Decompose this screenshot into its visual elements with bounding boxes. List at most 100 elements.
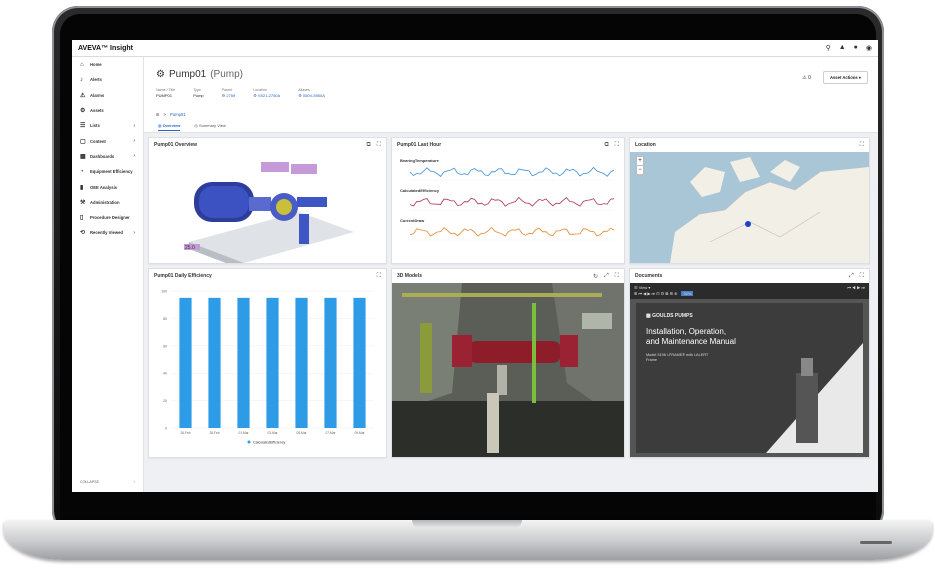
- zoom-in-button[interactable]: +: [637, 157, 643, 165]
- sidebar-item-label: Content: [90, 138, 106, 144]
- legend-label: CalculatedEfficiency: [253, 440, 285, 444]
- sidebar-item-home[interactable]: ⌂ Home: [72, 57, 143, 72]
- bar[interactable]: [266, 297, 279, 428]
- x-tick-label: 26-Feb: [180, 431, 190, 435]
- expand-icon[interactable]: ⛶: [377, 142, 381, 149]
- chevron-right-icon: ›: [133, 138, 135, 145]
- warning-icon: ⚠: [802, 74, 807, 81]
- pdf-tools-icons[interactable]: ⊞ ⏮ ◀ ▶ ⏭ ⊡ ⊟ ⊠ ⊞ ⊕: [634, 291, 677, 296]
- page-nav[interactable]: ⏮ ◀ ▶ ⏭: [847, 285, 865, 290]
- expand-icon[interactable]: ⛶: [860, 273, 864, 280]
- europe-map[interactable]: [630, 152, 869, 263]
- home-icon: ⌂: [80, 61, 84, 68]
- refresh-icon[interactable]: ↻: [593, 273, 598, 280]
- alarm-badge[interactable]: ⚠ 0: [802, 75, 811, 81]
- collapse-button[interactable]: COLLAPSE ‹: [80, 480, 135, 484]
- sidebar-item-alarms[interactable]: ⚠ Alarms: [72, 88, 143, 103]
- plant-3d-render[interactable]: [392, 283, 624, 457]
- pdf-toolbar: ☰ View ▾ ⏮ ◀ ▶ ⏭ ⊞ ⏮ ◀ ▶ ⏭ ⊡ ⊟ ⊠ ⊞ ⊕ 92%: [630, 283, 869, 299]
- sidebar-item-equipment-efficiency[interactable]: ◔ Equipment Efficiency: [72, 164, 143, 179]
- tab-summary-view[interactable]: ◎ Summary View: [194, 123, 225, 131]
- bar[interactable]: [179, 297, 192, 428]
- card-title: 3D Models: [397, 273, 423, 279]
- expand-icon[interactable]: ⛶: [377, 273, 381, 280]
- card-tools: ↻ ⤢ ⛶: [593, 273, 619, 280]
- doc-subtitle-line-2: Frame: [646, 358, 657, 362]
- dashboard-grid: Pump01 Overview ⧉ ⛶ 25.0 Pump01 Last Hou…: [148, 137, 874, 492]
- y-tick-label: 0: [165, 427, 167, 431]
- sidebar-item-content[interactable]: ▢ Content ›: [72, 133, 143, 148]
- sidebar-item-administration[interactable]: ⚒ Administration: [72, 195, 143, 210]
- sidebar-item-label: Recently Viewed: [90, 230, 123, 236]
- bar[interactable]: [324, 297, 337, 428]
- property-label: Aliases: [298, 88, 310, 92]
- bar[interactable]: [208, 297, 221, 428]
- open-icon[interactable]: ⧉: [605, 142, 609, 149]
- card-tools: ⤢ ⛶: [849, 273, 864, 280]
- admin-icon: ⚒: [80, 199, 86, 206]
- help-icon[interactable]: ●: [854, 44, 858, 52]
- doc-title-line-2: and Maintenance Manual: [646, 337, 736, 346]
- tab-label: Summary View: [199, 123, 226, 128]
- sidebar-item-dashboards[interactable]: ▦ Dashboards ›: [72, 149, 143, 164]
- sidebar-item-lists[interactable]: ☰ Lists ›: [72, 118, 143, 133]
- hierarchy-icon[interactable]: ⊞: [156, 112, 160, 117]
- sidebar-item-alerts[interactable]: ♪ Alerts: [72, 72, 143, 87]
- expand-icon[interactable]: ⛶: [615, 142, 619, 149]
- pdf-toolbar-row-1: ☰ View ▾ ⏮ ◀ ▶ ⏭: [634, 285, 865, 290]
- zoom-out-button[interactable]: −: [637, 165, 643, 174]
- pump-illustration: 25.0: [184, 162, 354, 263]
- sidebar-item-label: Lists: [90, 123, 100, 129]
- location-marker[interactable]: [745, 221, 751, 227]
- open-icon[interactable]: ⤢: [604, 273, 609, 280]
- gauge-icon: ◔: [80, 168, 84, 175]
- bar[interactable]: [353, 297, 366, 428]
- view-label: View: [638, 285, 648, 290]
- last-hour-card: Pump01 Last Hour ⧉ ⛶ BearingTemperature Ca…: [391, 137, 625, 264]
- asset-properties: Name / Title PUMP01 Type Pump Parent ⚙ 2759 Lo…: [156, 88, 866, 98]
- open-icon[interactable]: ⧉: [367, 142, 371, 149]
- property-value[interactable]: ⚙ S921-2750A: [253, 93, 280, 98]
- daily-efficiency-bar-chart: 0 20 40 60 80 100 26-Feb 28-Feb 01-Mar 03-Mar 05-M…: [161, 290, 374, 444]
- app-brand[interactable]: AVEVA™ Insight: [78, 45, 133, 52]
- expand-icon[interactable]: ⛶: [860, 142, 864, 149]
- breadcrumb-item[interactable]: Pump01: [170, 112, 186, 117]
- card-header: Pump01 Overview ⧉ ⛶: [149, 138, 386, 152]
- card-tools: ⧉ ⛶: [367, 142, 382, 149]
- sidebar-item-label: Procedure Designer: [90, 215, 130, 221]
- user-icon[interactable]: ◉: [866, 44, 872, 52]
- sidebar-item-oee-analysis[interactable]: ▮ OEE Analysis: [72, 179, 143, 194]
- open-icon[interactable]: ⤢: [849, 273, 854, 280]
- sidebar-item-recently-viewed[interactable]: ⟲ Recently Viewed ›: [72, 225, 143, 240]
- pdf-page-art: [766, 343, 863, 453]
- search-icon[interactable]: ⚲: [826, 44, 831, 52]
- dashboard-icon: ▦: [80, 153, 86, 160]
- sidebar-item-label: OEE Analysis: [90, 184, 118, 190]
- list-icon: ☰: [80, 123, 86, 130]
- zoom-value[interactable]: 92%: [681, 291, 694, 296]
- trend-line: [409, 226, 615, 237]
- legend-swatch: [247, 440, 251, 444]
- bar[interactable]: [295, 297, 308, 428]
- card-header: 3D Models ↻ ⤢ ⛶: [392, 269, 624, 283]
- property-value[interactable]: ⚙ 2759: [222, 93, 236, 98]
- 3d-model-viewport[interactable]: [392, 283, 624, 457]
- bar[interactable]: [237, 297, 250, 428]
- sidebar-item-assets[interactable]: ⚙ Assets: [72, 103, 143, 118]
- sidebar-item-procedure-designer[interactable]: ▯ Procedure Designer: [72, 210, 143, 225]
- map-zoom-controls: + −: [636, 156, 644, 175]
- last-hour-chart-area: BearingTemperature CalculatedEfficiency Cu…: [392, 152, 624, 263]
- tab-overview[interactable]: ◎ Overview: [158, 123, 181, 131]
- expand-icon[interactable]: ⛶: [615, 273, 619, 280]
- header-actions: ⚠ 0 Asset Actions ▾: [802, 71, 868, 84]
- map-view[interactable]: + −: [630, 152, 869, 263]
- bell-icon[interactable]: ▲: [839, 44, 846, 52]
- y-tick-label: 20: [163, 399, 167, 403]
- warning-icon: ⚠: [80, 92, 86, 99]
- card-title: Location: [635, 142, 656, 148]
- chevron-right-icon: ›: [133, 122, 135, 129]
- tab-label: Overview: [162, 123, 181, 128]
- view-menu[interactable]: ☰ View ▾: [634, 285, 650, 290]
- asset-actions-button[interactable]: Asset Actions ▾: [822, 71, 868, 84]
- property-value[interactable]: ⚙ 050V-5950A: [298, 93, 325, 98]
